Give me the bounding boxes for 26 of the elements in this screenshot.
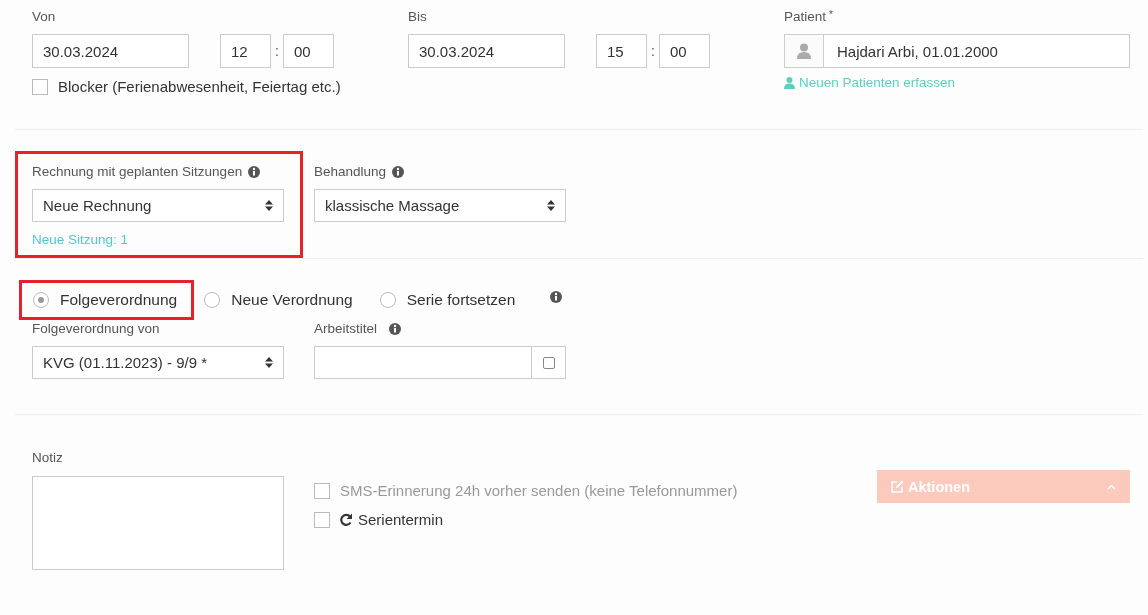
minute-field[interactable]: 00 <box>659 34 710 68</box>
checkbox-label: Serientermin <box>340 511 444 528</box>
field-label: Rechnung mit geplanten Sitzungen <box>32 164 243 179</box>
checkbox-label: Blocker (Ferienabwesenheit, Feiertag etc.) <box>58 78 341 95</box>
hour-field[interactable]: 12 <box>220 34 271 68</box>
select-dropdown[interactable]: KVG (01.11.2023) - 9/9 * <box>32 346 284 379</box>
time-separator: : <box>650 43 656 59</box>
field-label: Patient <box>784 9 827 24</box>
checkbox-label: SMS-Erinnerung 24h vorher senden (keine Telefonnummer) <box>340 482 738 499</box>
required-mark: * <box>829 9 833 20</box>
hour-field[interactable]: 15 <box>596 34 647 68</box>
date-field[interactable]: 30.03.2024 <box>408 34 565 68</box>
field-label: Behandlung <box>314 164 387 179</box>
minute-field[interactable]: 00 <box>283 34 334 68</box>
field-label: Von <box>32 9 56 24</box>
field-label: Bis <box>408 9 427 24</box>
select-dropdown[interactable]: Neue Rechnung <box>32 189 284 222</box>
field-label: Arbeitstitel <box>314 321 378 336</box>
date-field[interactable]: 30.03.2024 <box>32 34 189 68</box>
highlighted-radio-option[interactable]: Folgeverordnung <box>19 280 195 320</box>
patient-field[interactable]: Hajdari Arbi, 01.01.2000 <box>784 34 1130 68</box>
field-label: Notiz <box>32 450 63 465</box>
time-separator: : <box>274 43 280 59</box>
select-dropdown[interactable]: klassische Massage <box>314 189 566 222</box>
session-note: Neue Sitzung: 1 <box>32 232 130 247</box>
field-label: Folgeverordnung von <box>32 321 160 336</box>
